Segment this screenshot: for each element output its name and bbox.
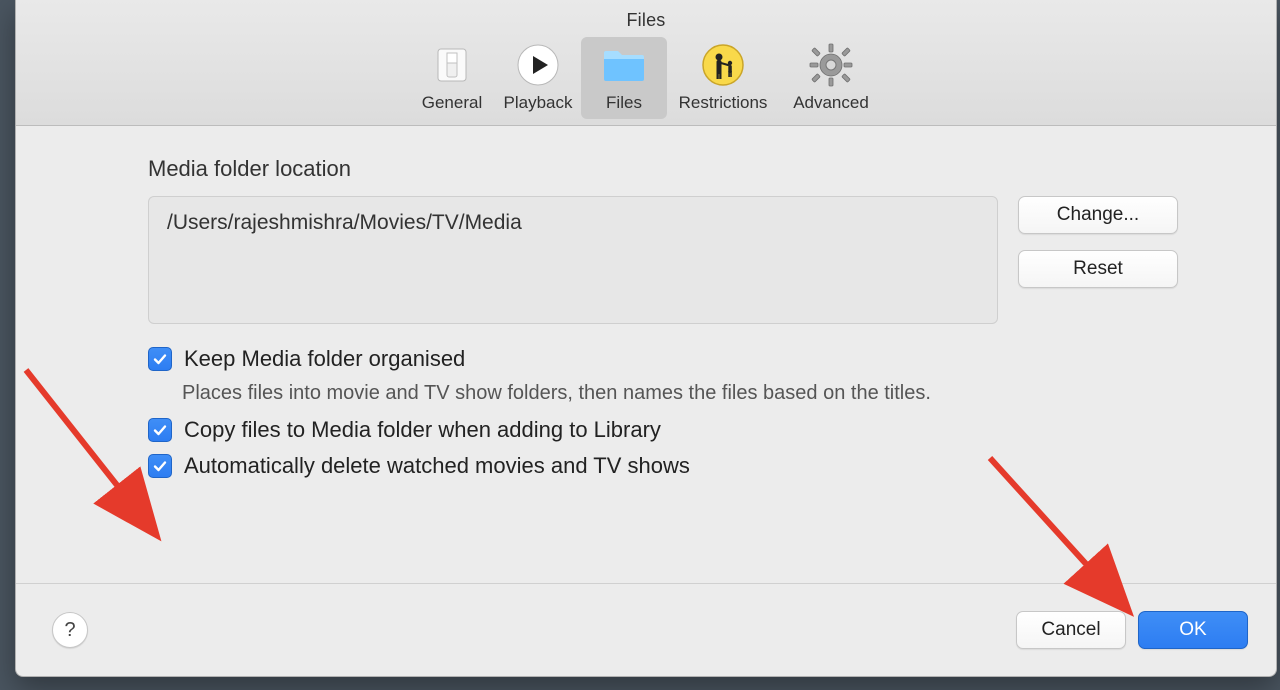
auto-delete-label: Automatically delete watched movies and … xyxy=(184,453,690,479)
keep-organised-label: Keep Media folder organised xyxy=(184,346,465,372)
options-group: Keep Media folder organised Places files… xyxy=(148,346,1178,479)
tab-label: Files xyxy=(606,93,642,113)
switch-icon xyxy=(428,41,476,89)
tab-playback[interactable]: Playback xyxy=(495,37,581,119)
tab-label: Advanced xyxy=(793,93,869,113)
keep-organised-hint: Places files into movie and TV show fold… xyxy=(182,382,1178,405)
tab-label: Playback xyxy=(504,93,573,113)
dialog-footer: ? Cancel OK xyxy=(16,583,1276,676)
parental-icon xyxy=(699,41,747,89)
media-folder-path: /Users/rajeshmishra/Movies/TV/Media xyxy=(148,196,998,324)
tab-advanced[interactable]: Advanced xyxy=(779,37,883,119)
window-title: Files xyxy=(16,0,1276,35)
tab-files[interactable]: Files xyxy=(581,37,667,119)
auto-delete-checkbox[interactable] xyxy=(148,454,172,478)
gear-icon xyxy=(807,41,855,89)
ok-button[interactable]: OK xyxy=(1138,611,1248,649)
tab-restrictions[interactable]: Restrictions xyxy=(667,37,779,119)
section-title: Media folder location xyxy=(148,156,1178,182)
keep-organised-checkbox[interactable] xyxy=(148,347,172,371)
copy-files-label: Copy files to Media folder when adding t… xyxy=(184,417,661,443)
titlebar: Files General xyxy=(16,0,1276,126)
help-button[interactable]: ? xyxy=(52,612,88,648)
files-preferences-window: Files General xyxy=(15,0,1277,677)
tab-label: Restrictions xyxy=(679,93,768,113)
tab-general[interactable]: General xyxy=(409,37,495,119)
tab-label: General xyxy=(422,93,482,113)
preferences-toolbar: General Playback Files xyxy=(16,37,1276,119)
folder-icon xyxy=(600,41,648,89)
cancel-button[interactable]: Cancel xyxy=(1016,611,1126,649)
reset-button[interactable]: Reset xyxy=(1018,250,1178,288)
change-button[interactable]: Change... xyxy=(1018,196,1178,234)
content-area: Media folder location /Users/rajeshmishr… xyxy=(16,126,1276,583)
play-icon xyxy=(514,41,562,89)
copy-files-checkbox[interactable] xyxy=(148,418,172,442)
